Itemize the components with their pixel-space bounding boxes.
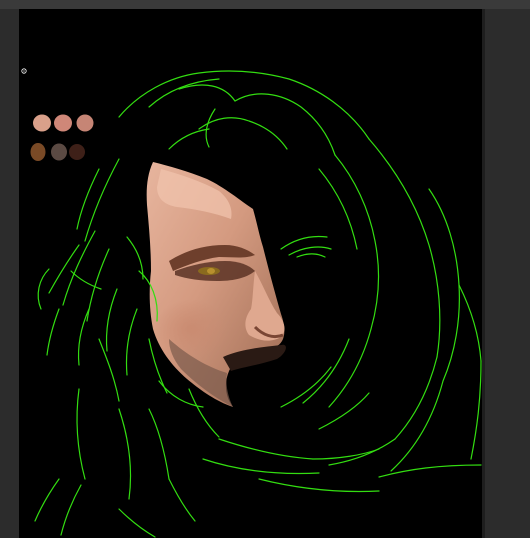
swatch-gray-brown bbox=[51, 143, 67, 161]
color-palette[interactable] bbox=[30, 114, 94, 162]
swatch-rose-skin bbox=[76, 114, 94, 132]
swatch-dark-brown bbox=[69, 144, 85, 160]
canvas-shadow bbox=[482, 9, 485, 538]
brush-cursor-icon bbox=[21, 68, 27, 74]
drawing-canvas[interactable] bbox=[19, 9, 482, 538]
swatch-pink-skin bbox=[54, 114, 72, 132]
swatch-brown bbox=[30, 143, 46, 161]
artwork bbox=[30, 70, 482, 538]
swatch-light-skin bbox=[33, 114, 51, 132]
options-bar bbox=[0, 0, 530, 9]
